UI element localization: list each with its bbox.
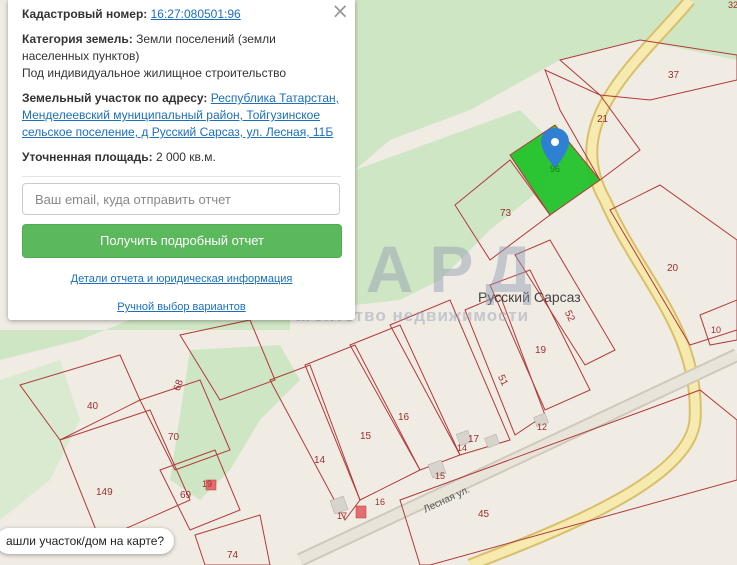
divider [22, 176, 341, 177]
parcel-label-14-small: 14 [457, 443, 467, 453]
email-input[interactable] [22, 183, 340, 215]
parcel-label-14: 14 [314, 455, 326, 466]
area-label: Уточненная площадь: [22, 150, 153, 164]
close-icon[interactable]: × [331, 0, 349, 23]
parcel-label-73: 73 [500, 208, 512, 219]
parcel-label-15-small: 15 [435, 471, 445, 481]
address-label: Земельный участок по адресу: [22, 91, 208, 105]
category-row: Категория земель: Земли поселений (земли… [22, 31, 341, 82]
manual-select-link[interactable]: Ручной выбор вариантов [117, 300, 245, 314]
category-label: Категория земель: [22, 32, 133, 46]
parcel-label-69: 69 [180, 490, 192, 501]
parcel-label-45: 45 [478, 509, 490, 520]
parcel-label-74: 74 [227, 550, 239, 561]
card-links: Детали отчета и юридическая информация Р… [22, 272, 341, 314]
parcel-label-10: 10 [711, 325, 721, 335]
parcel-label-16: 16 [398, 412, 410, 423]
parcel-label-149: 149 [96, 487, 113, 498]
parcel-label-16-small: 16 [375, 497, 385, 507]
found-parcel-hint[interactable]: ашли участок/дом на карте? [0, 528, 175, 554]
parcel-label-12: 12 [537, 422, 547, 432]
parcel-label-37: 37 [668, 70, 680, 81]
parcel-info-card: × Кадастровый номер: 16:27:080501:96 Кат… [8, 0, 355, 320]
parcel-label-32: 32 [728, 0, 737, 10]
cadastral-row: Кадастровый номер: 16:27:080501:96 [22, 6, 341, 23]
parcel-label-19: 19 [535, 345, 547, 356]
parcel-label-70: 70 [168, 432, 180, 443]
parcel-label-19-small: 19 [202, 479, 212, 489]
area-row: Уточненная площадь: 2 000 кв.м. [22, 149, 341, 166]
parcel-label-20: 20 [667, 263, 679, 274]
parcel-label-17-small: 17 [337, 511, 347, 521]
cadastral-label: Кадастровый номер: [22, 7, 148, 21]
building-red [355, 505, 367, 519]
area-value: 2 000 кв.м. [155, 150, 216, 164]
parcel-label-21: 21 [597, 114, 609, 125]
get-report-button[interactable]: Получить подробный отчет [22, 224, 342, 258]
details-link[interactable]: Детали отчета и юридическая информация [71, 273, 293, 285]
parcel-label-15: 15 [360, 431, 372, 442]
cadastral-number-link[interactable]: 16:27:080501:96 [151, 7, 241, 21]
parcel-label-17: 17 [468, 434, 480, 445]
parcel-label-40: 40 [87, 401, 99, 412]
address-row: Земельный участок по адресу: Республика … [22, 90, 341, 141]
use-value: Под индивидуальное жилищное строительств… [22, 66, 287, 80]
